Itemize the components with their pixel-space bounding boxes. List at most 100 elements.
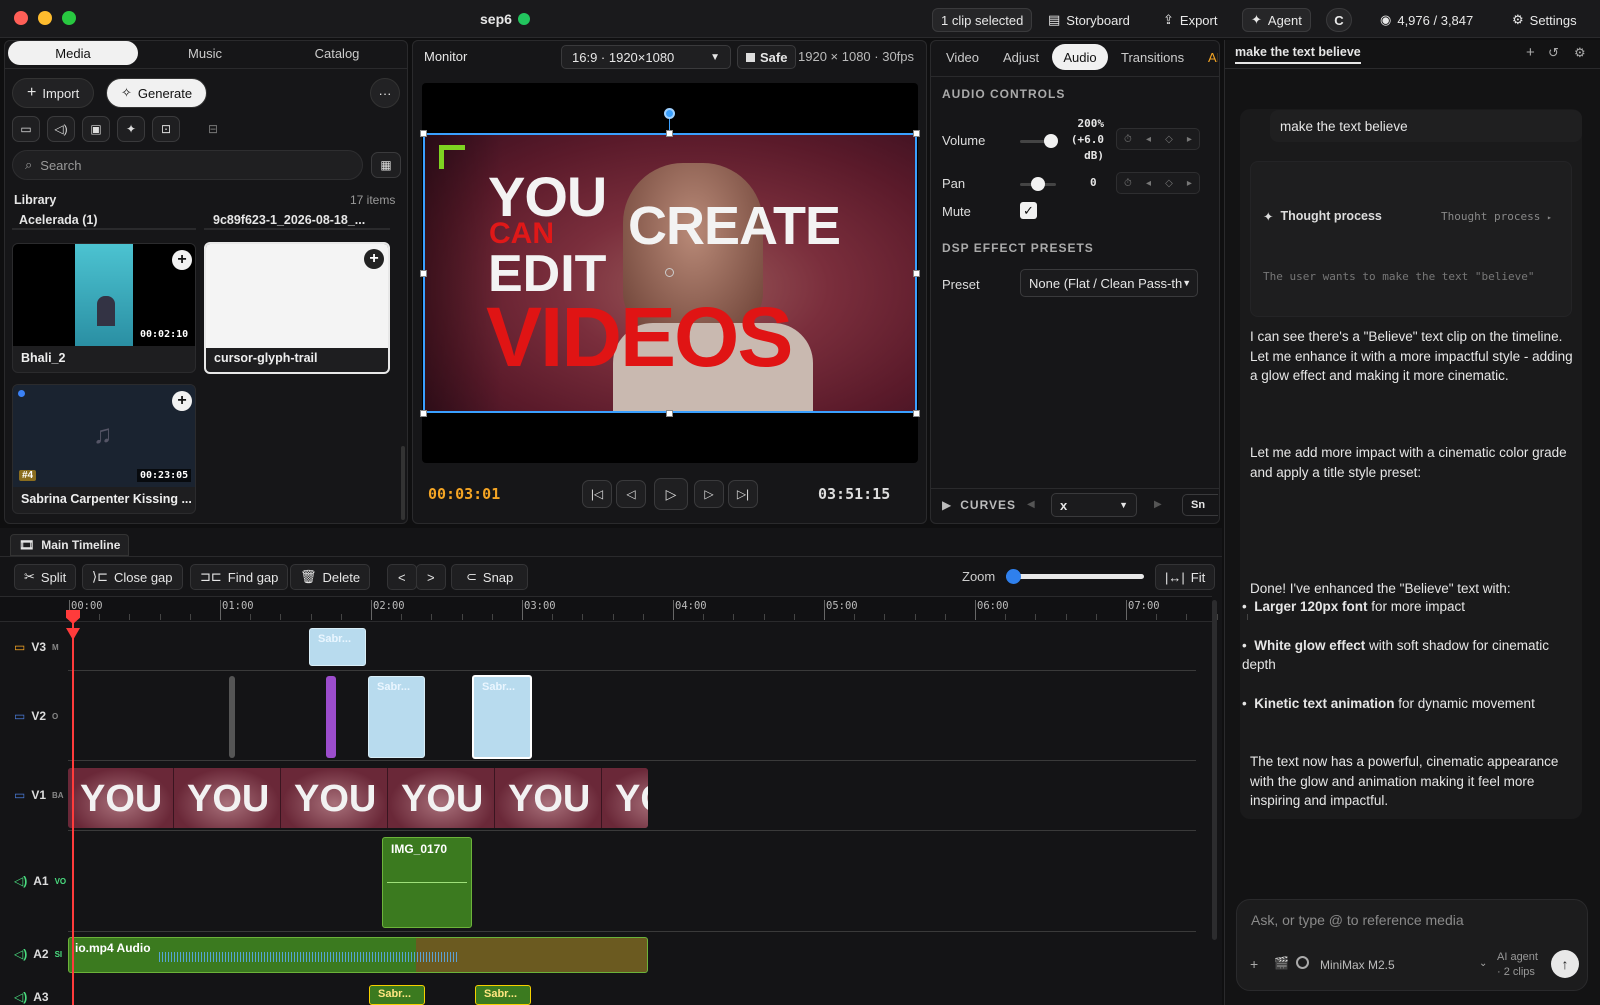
resize-handle-tr[interactable] xyxy=(913,130,920,137)
timeline-clip-v2-sabr[interactable]: Sabr... xyxy=(368,676,425,758)
tab-audio[interactable]: Audio xyxy=(1052,44,1108,70)
chevron-down-icon[interactable]: ⌄ xyxy=(1479,958,1487,969)
timeline-clip-v2-gray[interactable] xyxy=(229,676,235,758)
track-header-v3[interactable]: ▭ V3 M xyxy=(14,640,59,654)
filter-screen-icon[interactable]: ⊡ xyxy=(152,116,180,142)
track-header-a3[interactable]: ◁) A3 xyxy=(14,990,49,1004)
resize-handle-r[interactable] xyxy=(913,270,920,277)
timeline-clip-a2-audio[interactable]: io.mp4 Audio xyxy=(68,937,648,973)
timeline-clip-a3-sabr-2[interactable]: Sabr... xyxy=(475,985,531,1005)
credits-indicator[interactable]: ◉ 4,976 / 3,847 xyxy=(1372,8,1481,32)
split-button[interactable]: ✂ Split xyxy=(14,564,77,590)
volume-slider[interactable] xyxy=(1020,134,1058,148)
next-keyframe-icon[interactable]: ▸ xyxy=(1187,178,1192,189)
prev-curve-icon[interactable]: ◀ xyxy=(1027,499,1035,510)
curves-toggle[interactable]: ▶ CURVES xyxy=(942,498,1016,512)
track-header-a2[interactable]: ◁) A2 SI xyxy=(14,947,62,961)
resize-handle-t[interactable] xyxy=(666,130,673,137)
stopwatch-icon[interactable]: ⏱ xyxy=(1124,178,1132,189)
chat-tab[interactable]: make the text believe xyxy=(1235,45,1361,64)
volume-keyframe-controls[interactable]: ⏱ ◂ ◇ ▸ xyxy=(1116,128,1200,150)
pan-slider[interactable] xyxy=(1020,177,1056,191)
filter-audio-icon[interactable]: ◁) xyxy=(47,116,75,142)
overlay-text-videos[interactable]: VIDEOS xyxy=(486,295,793,379)
keyframe-icon[interactable]: ◇ xyxy=(1165,134,1173,145)
zoom-slider-knob[interactable] xyxy=(1006,569,1021,584)
thought-process-toggle[interactable]: Thought process ▸ xyxy=(1441,210,1552,223)
find-gap-button[interactable]: ⊐⊏ Find gap xyxy=(190,564,289,590)
maximize-window-button[interactable] xyxy=(62,11,76,25)
step-forward-icon[interactable]: ▷ xyxy=(694,480,724,508)
tab-ai[interactable]: AI xyxy=(1208,50,1218,65)
resize-handle-bl[interactable] xyxy=(420,410,427,417)
zoom-slider[interactable] xyxy=(1006,569,1144,584)
thought-process-card[interactable]: ✦ Thought process Thought process ▸ The u… xyxy=(1250,161,1572,317)
grid-view-icon[interactable]: ▦ xyxy=(371,152,401,178)
tab-adjust[interactable]: Adjust xyxy=(1003,50,1039,65)
import-button[interactable]: + Import xyxy=(12,78,95,108)
close-window-button[interactable] xyxy=(14,11,28,25)
send-button[interactable]: ↑ xyxy=(1551,950,1579,978)
prev-edit-button[interactable]: < xyxy=(387,564,417,590)
mute-checkbox[interactable]: ✓ xyxy=(1020,202,1037,219)
delete-button[interactable]: 🗑 Delete xyxy=(290,564,371,590)
prev-keyframe-icon[interactable]: ◂ xyxy=(1146,178,1151,189)
next-curve-icon[interactable]: ▶ xyxy=(1154,499,1162,510)
keyframe-icon[interactable]: ◇ xyxy=(1165,178,1173,189)
media-card-sabrina[interactable]: ♫ + #4 00:23:05 Sabrina Carpenter Kissin… xyxy=(12,384,196,514)
timeline-clip-v1-io[interactable]: io YOUYOUYOUYOUYOUYOU xyxy=(68,768,648,828)
curves-snap-button[interactable]: Sn xyxy=(1182,494,1218,516)
clapper-icon[interactable]: 🎬 xyxy=(1274,956,1289,970)
media-item-acelerada[interactable]: Acelerada (1) xyxy=(19,213,98,227)
curves-channel-select[interactable]: x ▼ xyxy=(1051,493,1137,517)
timeline-scrollbar[interactable] xyxy=(1212,600,1217,940)
pan-slider-knob[interactable] xyxy=(1031,177,1045,191)
timeline-clip-a1-img0170[interactable]: IMG_0170 xyxy=(382,837,472,928)
track-header-a1[interactable]: ◁) A1 VO xyxy=(14,874,66,888)
next-edit-button[interactable]: > xyxy=(416,564,446,590)
play-icon[interactable]: ▷ xyxy=(654,478,688,510)
next-keyframe-icon[interactable]: ▸ xyxy=(1187,134,1192,145)
search-input[interactable]: ⌕ Search xyxy=(12,150,363,180)
more-options-button[interactable]: ··· xyxy=(370,78,400,108)
minimize-window-button[interactable] xyxy=(38,11,52,25)
resize-handle-l[interactable] xyxy=(420,270,427,277)
tab-catalog[interactable]: Catalog xyxy=(272,41,402,65)
add-attachment-icon[interactable]: + xyxy=(1250,956,1258,972)
prev-keyframe-icon[interactable]: ◂ xyxy=(1146,134,1151,145)
history-icon[interactable]: ↺ xyxy=(1548,45,1559,61)
storyboard-button[interactable]: ▤ Storyboard xyxy=(1040,8,1138,32)
add-to-timeline-icon[interactable]: + xyxy=(172,391,192,411)
media-card-bhali[interactable]: + 00:02:10 Bhali_2 xyxy=(12,243,196,373)
volume-slider-knob[interactable] xyxy=(1043,134,1058,148)
snap-toggle[interactable]: ⊂ Snap xyxy=(451,564,529,590)
resize-handle-br[interactable] xyxy=(913,410,920,417)
time-ruler[interactable] xyxy=(0,596,1212,622)
rotation-handle[interactable] xyxy=(664,108,675,119)
preset-select[interactable]: None (Flat / Clean Pass-th ▼ xyxy=(1020,269,1198,297)
aspect-ratio-select[interactable]: 16:9 · 1920×1080 ▼ xyxy=(561,45,731,69)
media-card-cursor-glyph-trail[interactable]: + cursor-glyph-trail xyxy=(204,242,390,374)
timeline-clip-v2-purple[interactable] xyxy=(326,676,336,758)
close-gap-button[interactable]: ⟩⊏ Close gap xyxy=(82,564,183,590)
gear-icon[interactable]: ⚙ xyxy=(1574,45,1586,61)
overlay-text-create[interactable]: CREATE xyxy=(628,199,841,253)
add-to-timeline-icon[interactable]: + xyxy=(172,250,192,270)
tab-transitions[interactable]: Transitions xyxy=(1121,50,1184,65)
settings-button[interactable]: ⚙ Settings xyxy=(1504,8,1585,32)
timeline-clip-v2-sabr-selected[interactable]: Sabr... xyxy=(472,675,532,759)
tab-video[interactable]: Video xyxy=(946,50,979,65)
model-name[interactable]: MiniMax M2.5 xyxy=(1320,958,1395,972)
fit-button[interactable]: |↔| Fit xyxy=(1155,564,1216,590)
tab-main-timeline[interactable]: 🎞 Main Timeline xyxy=(10,534,130,556)
scrollbar[interactable] xyxy=(401,446,405,520)
user-avatar[interactable]: C xyxy=(1326,8,1352,32)
stopwatch-icon[interactable]: ⏱ xyxy=(1124,134,1132,145)
chat-input[interactable]: Ask, or type @ to reference media xyxy=(1251,912,1571,928)
skip-end-icon[interactable]: ▷| xyxy=(728,480,758,508)
skip-start-icon[interactable]: |◁ xyxy=(582,480,612,508)
add-to-timeline-icon[interactable]: + xyxy=(364,249,384,269)
agent-button[interactable]: ✦ Agent xyxy=(1242,8,1311,32)
generate-button[interactable]: ✧ Generate xyxy=(106,78,208,108)
new-chat-icon[interactable]: + xyxy=(1526,44,1535,61)
